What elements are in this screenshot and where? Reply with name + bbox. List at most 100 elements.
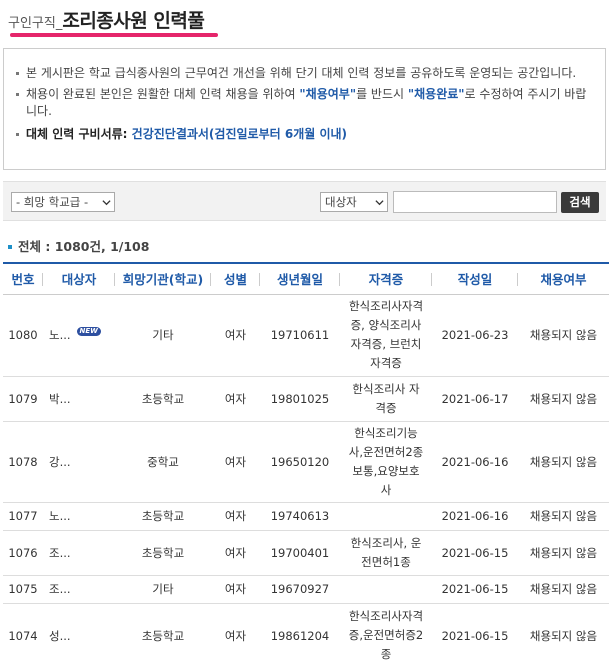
table-row[interactable]: 1077 노... 초등학교 여자 19740613 2021-06-16 채용되지 않음 xyxy=(3,502,609,531)
cell-gender: 여자 xyxy=(211,294,260,377)
cell-status: 채용되지 않음 xyxy=(518,603,609,665)
notice-text-2-mid: 를 반드시 xyxy=(356,87,408,101)
chevron-down-icon xyxy=(375,200,384,206)
notice-box: 본 게시판은 학교 급식종사원의 근무여건 개선을 위해 단기 대체 인력 정보… xyxy=(3,48,606,170)
notice-highlight-status: "채용여부" xyxy=(299,87,357,101)
cell-no: 1080 xyxy=(3,294,43,377)
cell-date: 2021-06-23 xyxy=(432,294,518,377)
cell-birth: 19740613 xyxy=(260,502,340,531)
cell-cert: 한식조리사자격증, 양식조리사자격증, 브런치자격증 xyxy=(340,294,432,377)
cert-line: 격증 xyxy=(375,400,397,415)
cell-cert: 한식조리사 자격증 xyxy=(340,376,432,422)
cell-birth: 19670927 xyxy=(260,575,340,604)
cell-cert xyxy=(340,502,432,531)
table-row[interactable]: 1078 강... 중학교 여자 19650120 한식조리기능 사,운전면허2종 보통,요양… xyxy=(3,421,609,503)
cell-gender: 여자 xyxy=(211,603,260,665)
table-row[interactable]: 1076 조... 초등학교 여자 19700401 한식조리사, 운 전면허1종 2021-… xyxy=(3,530,609,576)
cert-line: 자격증, 브런치 xyxy=(350,337,422,351)
cell-name[interactable]: 강... xyxy=(43,421,115,503)
header-cert: 자격증 xyxy=(340,262,432,295)
cell-cert: 한식조리기능사,운전면허2종보통,요양보호사 xyxy=(340,421,432,503)
cert-line: 증, 양식조리사 xyxy=(350,318,422,332)
chevron-down-icon xyxy=(102,200,111,206)
school-level-select-value: - 희망 학교급 - xyxy=(16,195,89,209)
cert-line: 자격증 xyxy=(370,356,402,370)
cell-date: 2021-06-15 xyxy=(432,530,518,576)
cell-birth: 19710611 xyxy=(260,294,340,377)
title-underline xyxy=(10,33,218,37)
cell-gender: 여자 xyxy=(211,376,260,422)
cell-org: 기타 xyxy=(115,294,211,377)
cell-cert: 한식조리사자격 증,운전면허증2 종 xyxy=(340,603,432,665)
table-row[interactable]: 1079 박... 초등학교 여자 19801025 한식조리사 자 격증 2021-06-1… xyxy=(3,376,609,422)
cell-date: 2021-06-17 xyxy=(432,376,518,422)
notice-item-docs: 대체 인력 구비서류: 건강진단결과서(검진일로부터 6개월 이내) xyxy=(16,126,595,143)
cell-status: 채용되지 않음 xyxy=(518,530,609,576)
total-count: 전체 : 1080건, 1/108 xyxy=(8,236,149,255)
school-level-select[interactable]: - 희망 학교급 - xyxy=(11,192,115,212)
notice-highlight-complete: "채용완료" xyxy=(407,87,465,101)
applicant-name-link[interactable]: 박... xyxy=(49,392,71,406)
applicant-name-link[interactable]: 조... xyxy=(49,546,71,560)
target-select[interactable]: 대상자 xyxy=(320,192,388,212)
search-bar: - 희망 학교급 - 대상자 검색 xyxy=(3,181,606,221)
table-row[interactable]: 1074 성... 초등학교 여자 19861204 한식조리사자격 증,운전면허증2 종 20… xyxy=(3,603,609,665)
cell-name[interactable]: 박... xyxy=(43,376,115,422)
docs-label: 대체 인력 구비서류: xyxy=(26,127,132,141)
cell-org: 초등학교 xyxy=(115,376,211,422)
header-date: 작성일 xyxy=(432,262,518,295)
cell-status: 채용되지 않음 xyxy=(518,575,609,604)
cell-name[interactable]: 조... xyxy=(43,530,115,576)
square-bullet-icon xyxy=(8,244,12,249)
cell-gender: 여자 xyxy=(211,530,260,576)
table-row[interactable]: 1080 노... NEW 기타 여자 19710611 한식조리사자격 증, 양식조리사 자격… xyxy=(3,294,609,377)
cell-name[interactable]: 조... xyxy=(43,575,115,604)
applicant-name-link[interactable]: 조... xyxy=(49,582,71,596)
cell-name[interactable]: 노... NEW xyxy=(43,294,115,377)
cell-org: 중학교 xyxy=(115,421,211,503)
square-bullet-icon xyxy=(16,72,19,75)
applicant-name-link[interactable]: 성... xyxy=(49,629,71,643)
cell-gender: 여자 xyxy=(211,502,260,531)
cell-date: 2021-06-16 xyxy=(432,421,518,503)
cell-cert: 한식조리사, 운 전면허1종 xyxy=(340,530,432,576)
cell-org: 초등학교 xyxy=(115,603,211,665)
cell-birth: 19650120 xyxy=(260,421,340,503)
square-bullet-icon xyxy=(16,93,19,96)
cell-gender: 여자 xyxy=(211,421,260,503)
applicant-name-link[interactable]: 강... xyxy=(49,455,71,469)
cert-line: 사,운전면허2종 xyxy=(348,444,424,459)
cell-name[interactable]: 노... xyxy=(43,502,115,531)
applicant-name-link[interactable]: 노... xyxy=(49,509,71,523)
square-bullet-icon xyxy=(16,133,19,136)
cert-line: 한식조리기능 xyxy=(354,425,418,440)
cert-line: 한식조리사자격 xyxy=(348,609,424,623)
cell-birth: 19801025 xyxy=(260,376,340,422)
cert-line: 증,운전면허증2 xyxy=(348,628,424,642)
table-row[interactable]: 1075 조... 기타 여자 19670927 2021-06-15 채용되지 않음 xyxy=(3,575,609,604)
target-select-value: 대상자 xyxy=(325,195,357,209)
cell-org: 초등학교 xyxy=(115,530,211,576)
cell-status: 채용되지 않음 xyxy=(518,502,609,531)
cell-name[interactable]: 성... xyxy=(43,603,115,665)
cert-line: 한식조리사 자 xyxy=(352,381,420,396)
cell-status: 채용되지 않음 xyxy=(518,421,609,503)
cell-no: 1076 xyxy=(3,530,43,576)
search-button[interactable]: 검색 xyxy=(561,192,599,213)
cell-org: 초등학교 xyxy=(115,502,211,531)
cert-line: 전면허1종 xyxy=(361,554,411,569)
cell-date: 2021-06-15 xyxy=(432,603,518,665)
cell-date: 2021-06-15 xyxy=(432,575,518,604)
cert-line: 한식조리사자격 xyxy=(348,299,424,313)
applicant-table: 번호 대상자 희망기관(학교) 성별 생년월일 자격증 작성일 채용여부 108… xyxy=(3,262,609,665)
header-org: 희망기관(학교) xyxy=(115,262,211,295)
cell-status: 채용되지 않음 xyxy=(518,294,609,377)
notice-item-2: 채용이 완료된 본인은 원활한 대체 인력 채용을 위하여 "채용여부"를 반드… xyxy=(16,86,595,120)
applicant-name-link[interactable]: 노... xyxy=(49,328,71,342)
title-main: 조리종사원 인력풀 xyxy=(62,10,205,32)
cert-line: 사 xyxy=(380,482,392,497)
table-header-row: 번호 대상자 희망기관(학교) 성별 생년월일 자격증 작성일 채용여부 xyxy=(3,262,609,295)
cell-org: 기타 xyxy=(115,575,211,604)
search-input[interactable] xyxy=(393,191,557,213)
cert-line: 보통,요양보호 xyxy=(352,463,420,478)
